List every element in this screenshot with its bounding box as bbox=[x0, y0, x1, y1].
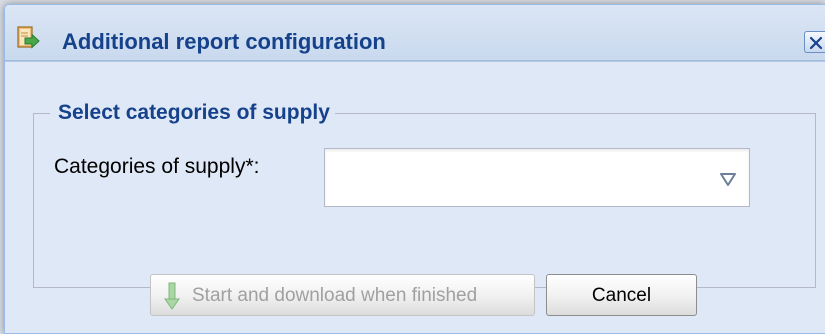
dialog-title: Additional report configuration bbox=[62, 29, 386, 54]
categories-label: Categories of supply*: bbox=[54, 155, 260, 178]
report-export-icon bbox=[17, 26, 41, 52]
close-icon bbox=[809, 36, 823, 50]
dialog-body: Select categories of supply Categories o… bbox=[5, 61, 825, 333]
start-download-label: Start and download when finished bbox=[192, 285, 478, 306]
categories-combobox[interactable] bbox=[324, 148, 750, 207]
fieldset-legend: Select categories of supply bbox=[50, 100, 335, 126]
start-download-button[interactable]: Start and download when finished bbox=[150, 274, 535, 316]
categories-input[interactable] bbox=[331, 155, 705, 201]
close-button[interactable] bbox=[804, 31, 825, 53]
dialog-window: Additional report configuration Select c… bbox=[4, 4, 825, 334]
download-arrow-icon bbox=[163, 281, 181, 311]
cancel-label: Cancel bbox=[591, 285, 652, 306]
categories-fieldset: Select categories of supply Categories o… bbox=[33, 100, 816, 288]
dropdown-triangle-icon[interactable] bbox=[719, 171, 737, 187]
dialog-titlebar[interactable]: Additional report configuration bbox=[5, 5, 825, 61]
cancel-button[interactable]: Cancel bbox=[546, 274, 697, 316]
